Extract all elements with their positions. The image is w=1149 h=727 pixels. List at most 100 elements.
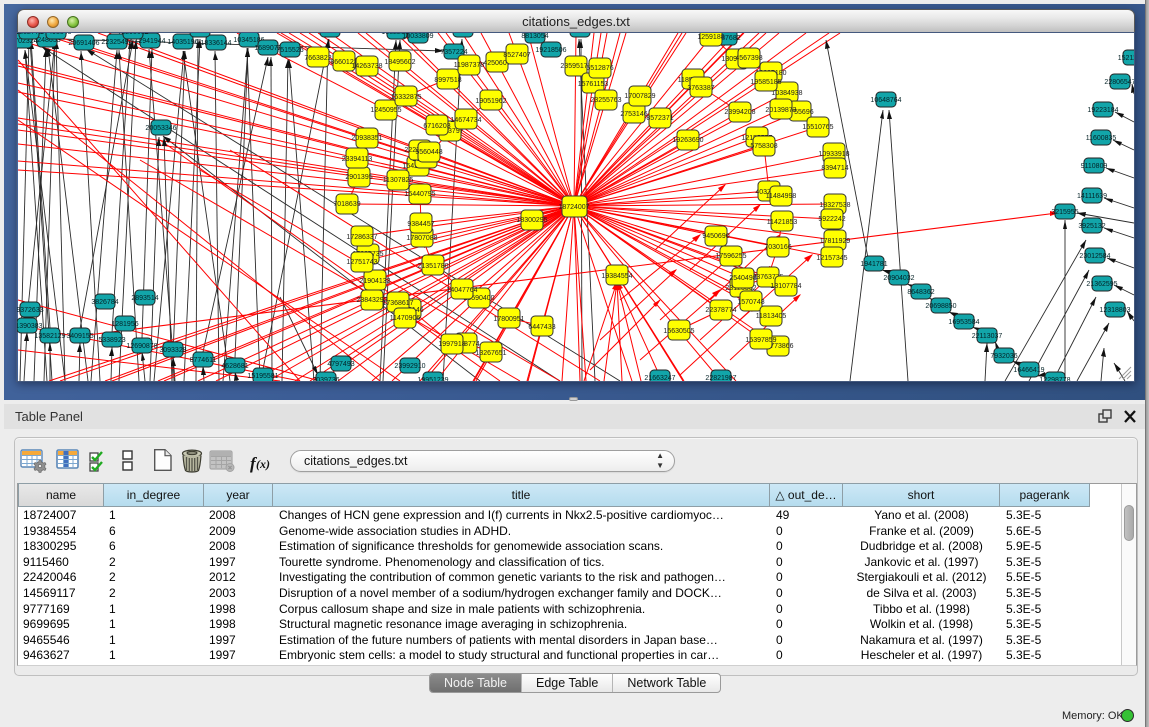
svg-text:8813054: 8813054 [521,33,548,40]
svg-text:21351780: 21351780 [417,263,448,270]
svg-text:16466419: 16466419 [1013,367,1044,374]
svg-text:1281956: 1281956 [111,321,138,328]
svg-text:12450955: 12450955 [370,107,401,114]
svg-text:22378774: 22378774 [705,307,736,314]
svg-text:16953584: 16953584 [948,319,979,326]
svg-text:8527407: 8527407 [503,52,530,59]
svg-text:3093328: 3093328 [159,347,186,354]
svg-text:12690878: 12690878 [126,343,157,350]
svg-text:17493545: 17493545 [40,33,71,36]
svg-text:1570748: 1570748 [737,299,764,306]
svg-text:13582129: 13582129 [34,333,65,340]
svg-text:1997918: 1997918 [438,341,465,348]
svg-text:17800951: 17800951 [493,316,524,323]
svg-text:20691406: 20691406 [68,40,99,47]
svg-text:22113037: 22113037 [972,333,1003,340]
svg-text:22806547: 22806547 [1104,79,1134,86]
svg-text:14674734: 14674734 [450,117,481,124]
svg-text:16332875: 16332875 [390,94,421,101]
svg-text:11470906: 11470906 [390,315,421,322]
svg-text:13267651: 13267651 [475,350,506,357]
svg-text:15761153: 15761153 [578,81,609,88]
svg-text:4567398: 4567398 [735,55,762,62]
svg-text:19051962: 19051962 [475,98,506,105]
svg-text:23992910: 23992910 [394,363,425,370]
svg-text:13107784: 13107784 [770,283,801,290]
svg-text:21362595: 21362595 [1086,281,1117,288]
svg-text:5338923: 5338923 [98,337,125,344]
svg-text:15211924: 15211924 [1118,55,1134,62]
svg-text:4628681: 4628681 [221,363,248,370]
svg-text:15510765: 15510765 [802,124,833,131]
svg-text:7030166: 7030166 [764,244,791,251]
svg-text:14111639: 14111639 [1077,193,1107,200]
svg-text:19413606: 19413606 [447,33,478,34]
svg-text:19384554: 19384554 [601,273,632,280]
svg-text:18300295: 18300295 [516,217,547,224]
svg-text:22821987: 22821987 [705,375,736,381]
svg-text:2039736: 2039736 [312,377,339,381]
svg-text:15195581: 15195581 [247,373,278,380]
svg-text:8572371: 8572371 [646,115,673,122]
svg-text:2753146: 2753146 [620,111,647,118]
svg-text:23843292: 23843292 [356,297,387,304]
svg-text:20938351: 20938351 [351,135,382,142]
svg-text:13295602: 13295602 [117,33,148,36]
svg-text:2540498: 2540498 [729,275,756,282]
svg-text:5922242: 5922242 [818,216,845,223]
svg-text:11813405: 11813405 [756,313,787,320]
svg-text:9372633: 9372633 [17,307,44,314]
svg-text:16440795: 16440795 [404,191,435,198]
svg-text:23394113: 23394113 [342,156,373,163]
svg-text:15397859: 15397859 [745,337,776,344]
svg-text:21663247: 21663247 [644,375,675,381]
svg-text:12298778: 12298778 [1039,377,1070,381]
svg-text:6202779: 6202779 [17,33,43,36]
svg-text:11421853: 11421853 [767,219,798,226]
svg-text:4797493: 4797493 [327,361,354,368]
svg-text:6716203: 6716203 [423,123,450,130]
svg-text:17807088: 17807088 [406,235,437,242]
svg-text:7515526: 7515526 [276,47,303,54]
svg-text:17811929: 17811929 [820,238,851,245]
svg-text:10384938: 10384938 [771,90,802,97]
svg-text:14047764: 14047764 [446,287,477,294]
svg-text:11987378: 11987378 [454,62,485,69]
svg-text:14263738: 14263738 [351,63,382,70]
svg-text:18327538: 18327538 [819,202,850,209]
svg-text:17007829: 17007829 [624,93,655,100]
svg-text:19263690: 19263690 [672,137,703,144]
svg-text:1259188: 1259188 [697,34,724,41]
svg-text:10033809: 10033809 [402,33,433,40]
svg-text:12318803: 12318803 [1099,307,1130,314]
svg-text:8394714: 8394714 [821,165,848,172]
svg-text:18495602: 18495602 [384,59,415,66]
svg-text:4457211: 4457211 [187,33,214,34]
svg-text:7932036: 7932036 [990,353,1017,360]
svg-text:19218506: 19218506 [535,47,566,54]
svg-text:11307825: 11307825 [383,177,414,184]
svg-text:23994208: 23994208 [724,109,755,116]
svg-text:10933918: 10933918 [818,151,849,158]
svg-text:21390383: 21390383 [17,323,43,330]
svg-text:3763387: 3763387 [687,85,714,92]
svg-text:8648362: 8648362 [907,289,934,296]
svg-text:2893514: 2893514 [131,295,158,302]
svg-text:22325494: 22325494 [101,39,132,46]
svg-text:20698850: 20698850 [925,303,956,310]
svg-text:6447433: 6447433 [528,324,555,331]
svg-text:17596255: 17596255 [715,253,746,260]
svg-text:5512876: 5512876 [586,65,613,72]
svg-text:23899269: 23899269 [314,33,345,34]
svg-text:12751743: 12751743 [346,259,377,266]
svg-text:23255763: 23255763 [590,97,621,104]
svg-text:18724007: 18724007 [558,204,589,211]
svg-text:7018639: 7018639 [333,201,360,208]
svg-text:20053346: 20053346 [145,125,176,132]
svg-text:8774611: 8774611 [190,357,217,364]
svg-text:8997518: 8997518 [434,77,461,84]
svg-text:19585185: 19585185 [750,79,781,86]
svg-text:5560448: 5560448 [415,149,442,156]
svg-text:3409155: 3409155 [66,333,93,340]
svg-text:18336144: 18336144 [200,40,231,47]
